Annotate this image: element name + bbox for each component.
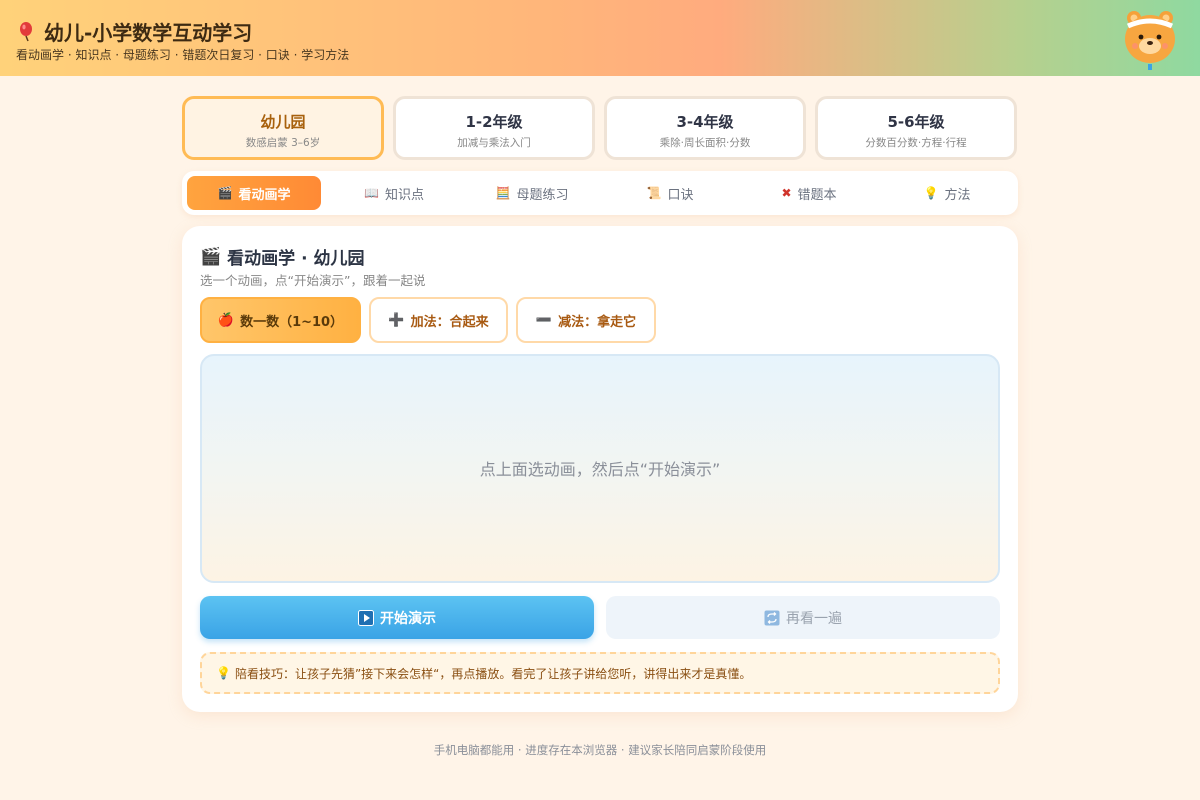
anim-label: 加法：合起来 — [410, 314, 489, 330]
parent-tip: 💡 陪看技巧：让孩子先猜”接下来会怎样“，再点播放。看完了让孩子讲给您听，讲得出… — [200, 652, 1000, 694]
grade-title: 1-2年级 — [465, 113, 523, 131]
book-icon: 📖 — [364, 186, 379, 200]
apple-icon: 🍎 — [217, 312, 235, 328]
tab-methods[interactable]: 💡 方法 — [880, 176, 1014, 210]
grade-card-5-6[interactable]: 5-6年级 分数百分数·方程·行程 — [815, 96, 1017, 160]
tab-label: 母题练习 — [516, 187, 569, 203]
tab-label: 口诀 — [667, 187, 694, 203]
repeat-icon — [764, 610, 780, 625]
balloon-icon — [20, 21, 32, 41]
animation-panel: 🎬 看动画学 · 幼儿园 选一个动画，点“开始演示”，跟着一起说 🍎 数一数（1… — [182, 226, 1018, 712]
anim-label: 减法：拿走它 — [558, 314, 637, 330]
minus-icon: ➖ — [535, 312, 553, 328]
grade-card-1-2[interactable]: 1-2年级 加减与乘法入门 — [393, 96, 595, 160]
tab-animation[interactable]: 🎬 看动画学 — [187, 176, 321, 210]
grade-card-kindergarten[interactable]: 幼儿园 数感启蒙 3–6岁 — [182, 96, 384, 160]
anim-add-button[interactable]: ➕ 加法：合起来 — [369, 297, 508, 343]
panel-title-text: 看动画学 · 幼儿园 — [227, 249, 365, 269]
grade-title: 3-4年级 — [676, 113, 734, 131]
stage-hint: 点上面选动画，然后点“开始演示” — [479, 459, 721, 479]
bulb-icon: 💡 — [923, 186, 939, 200]
anim-label: 数一数（1~10） — [240, 314, 344, 330]
app-title: 幼儿-小学数学互动学习 — [16, 17, 252, 46]
tab-mistakes[interactable]: ✖ 错题本 — [742, 176, 876, 210]
tab-label: 看动画学 — [238, 187, 291, 203]
tab-knowledge[interactable]: 📖 知识点 — [327, 176, 461, 210]
grade-title: 5-6年级 — [887, 113, 945, 131]
grade-desc: 加减与乘法入门 — [457, 137, 531, 149]
panel-title: 🎬 看动画学 · 幼儿园 — [200, 244, 365, 270]
play-icon — [358, 609, 374, 626]
grade-desc: 数感启蒙 3–6岁 — [245, 137, 321, 149]
tab-practice[interactable]: 🧮 母题练习 — [465, 176, 599, 210]
app-title-text: 幼儿-小学数学互动学习 — [44, 21, 253, 45]
start-demo-label: 开始演示 — [380, 610, 436, 627]
app-header: 幼儿-小学数学互动学习 看动画学 · 知识点 · 母题练习 · 错题次日复习 ·… — [0, 0, 1200, 76]
grade-desc: 分数百分数·方程·行程 — [865, 137, 967, 149]
tab-rhymes[interactable]: 📜 口诀 — [603, 176, 737, 210]
tab-label: 知识点 — [384, 187, 424, 203]
plus-icon: ➕ — [388, 312, 405, 328]
tip-text: 陪看技巧：让孩子先猜”接下来会怎样“，再点播放。看完了让孩子讲给您听，讲得出来才… — [234, 666, 752, 681]
anim-subtract-button[interactable]: ➖ 减法：拿走它 — [516, 297, 656, 343]
grade-card-3-4[interactable]: 3-4年级 乘除·周长面积·分数 — [604, 96, 806, 160]
bear-mascot-icon — [1125, 11, 1175, 70]
clapper-icon: 🎬 — [200, 246, 222, 267]
footer-note: 手机电脑都能用 · 进度存在本浏览器 · 建议家长陪同启蒙阶段使用 — [433, 743, 767, 757]
replay-button[interactable]: 再看一遍 — [606, 596, 1000, 639]
replay-label: 再看一遍 — [786, 610, 842, 627]
grade-selector: 幼儿园 数感启蒙 3–6岁 1-2年级 加减与乘法入门 3-4年级 乘除·周长面… — [182, 96, 1018, 160]
scroll-icon: 📜 — [646, 186, 662, 200]
app-subtitle: 看动画学 · 知识点 · 母题练习 · 错题次日复习 · 口诀 · 学习方法 — [16, 48, 350, 62]
section-tabs: 🎬 看动画学 📖 知识点 🧮 母题练习 📜 口诀 ✖ 错题本 💡 方法 — [182, 171, 1018, 215]
clapper-icon: 🎬 — [217, 186, 233, 200]
tab-label: 方法 — [944, 187, 971, 203]
tab-label: 错题本 — [797, 187, 837, 203]
grade-title: 幼儿园 — [260, 113, 306, 131]
cross-icon: ✖ — [781, 186, 792, 200]
bulb-icon: 💡 — [216, 666, 231, 680]
abacus-icon: 🧮 — [495, 186, 511, 200]
panel-subtitle: 选一个动画，点“开始演示”，跟着一起说 — [200, 273, 426, 288]
anim-count-button[interactable]: 🍎 数一数（1~10） — [200, 297, 361, 343]
start-demo-button[interactable]: 开始演示 — [200, 596, 594, 639]
animation-stage[interactable]: 点上面选动画，然后点“开始演示” — [200, 354, 1000, 583]
grade-desc: 乘除·周长面积·分数 — [659, 137, 751, 149]
